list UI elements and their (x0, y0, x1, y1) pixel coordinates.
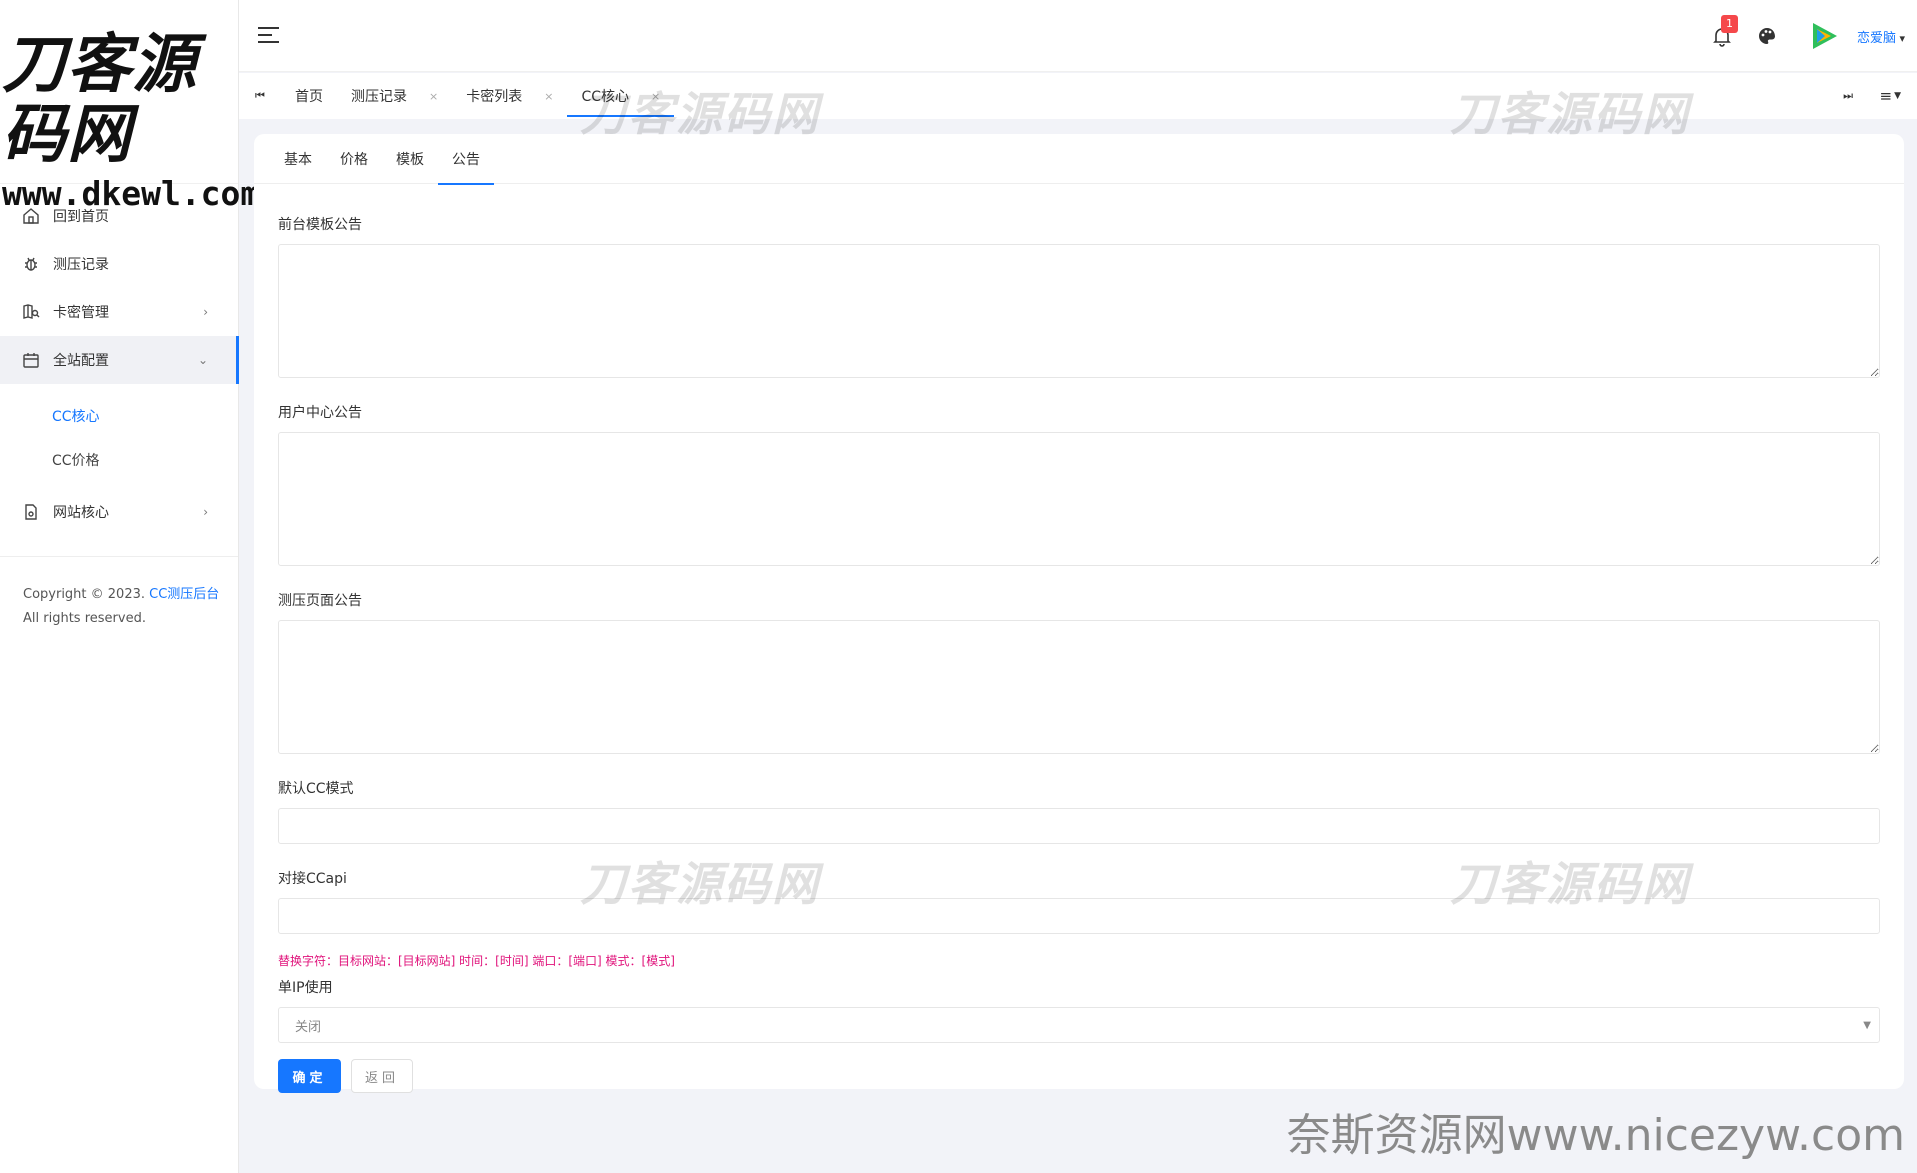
page-tab-strip: ⏮ 首页 测压记录 × 卡密列表 × CC核心 × ⏭ ≡ ▼ (239, 73, 1917, 119)
menu-toggle-icon[interactable] (258, 27, 279, 48)
sidebar-item-label: 全站配置 (53, 353, 109, 369)
chevron-right-icon: › (203, 305, 208, 319)
tabs-menu-icon[interactable]: ≡ ▼ (1880, 73, 1902, 119)
home-icon (22, 207, 40, 225)
tab-price[interactable]: 价格 (326, 134, 382, 184)
tab-notice[interactable]: 公告 (438, 134, 494, 185)
caret-down-icon: ▼ (1863, 1019, 1871, 1031)
page-tab-card-list[interactable]: 卡密列表 × (452, 73, 567, 119)
single-ip-value: 关闭 (295, 1019, 322, 1035)
sidebar-item-site-config[interactable]: 全站配置 ⌄ (0, 336, 239, 384)
page-tab-label: CC核心 (581, 89, 629, 105)
page-tab-stress-records[interactable]: 测压记录 × (337, 73, 452, 119)
settings-card: 基本 价格 模板 公告 前台模板公告 用户中心公告 测压页面公告 默认CC模式 … (254, 134, 1904, 1093)
page-tabs: 首页 测压记录 × 卡密列表 × CC核心 × (275, 73, 675, 119)
sidebar-menu: 回到首页 测压记录 卡密管理 › 全站配置 ⌄ CC核心 CC价格 网站核心 › (0, 184, 239, 536)
logo[interactable]: 刀客源码网 www.dkewl.com (0, 0, 260, 213)
chevron-right-icon: › (203, 505, 208, 519)
copyright-link[interactable]: CC测压后台 (149, 587, 219, 602)
single-ip-select[interactable]: 关闭 ▼ (278, 1007, 1880, 1043)
sidebar-item-site-core[interactable]: 网站核心 › (0, 488, 238, 536)
top-bar: 1 恋爱脑 (239, 0, 1917, 72)
page-tab-label: 首页 (295, 89, 323, 105)
theme-palette-icon[interactable] (1757, 26, 1777, 46)
tab-template[interactable]: 模板 (382, 134, 438, 184)
submenu-item-cc-price[interactable]: CC价格 (0, 438, 238, 482)
bug-icon (22, 255, 40, 273)
notification-badge: 1 (1720, 15, 1738, 33)
api-input[interactable] (278, 898, 1880, 934)
tabs-last-icon[interactable]: ⏭ (1843, 73, 1853, 119)
sidebar-item-card-management[interactable]: 卡密管理 › (0, 288, 238, 336)
sidebar-item-label: 回到首页 (53, 209, 109, 225)
copyright-prefix: Copyright © 2023. (23, 587, 146, 602)
logo-title: 刀客源码网 (2, 27, 197, 172)
username-dropdown[interactable]: 恋爱脑 (1857, 27, 1905, 46)
tabs-menu-glyph: ≡ (1879, 87, 1893, 105)
user-center-notice-textarea[interactable] (278, 432, 1880, 566)
form-actions: 确定 返回 (278, 1059, 1880, 1093)
notice-form: 前台模板公告 用户中心公告 测压页面公告 默认CC模式 对接CCapi 替换字符… (254, 184, 1904, 1093)
tab-basic[interactable]: 基本 (270, 134, 326, 184)
bottom-watermark: 奈斯资源网www.nicezyw.com (1286, 1110, 1905, 1161)
default-mode-label: 默认CC模式 (278, 781, 354, 797)
close-icon[interactable]: × (544, 90, 553, 103)
submenu: CC核心 CC价格 (0, 384, 238, 488)
copyright: Copyright © 2023. CC测压后台 All rights rese… (0, 556, 238, 631)
user-center-notice-label: 用户中心公告 (278, 405, 362, 421)
single-ip-label: 单IP使用 (278, 980, 333, 996)
api-label: 对接CCapi (278, 871, 347, 887)
sidebar-item-stress-records[interactable]: 测压记录 (0, 240, 238, 288)
front-notice-label: 前台模板公告 (278, 217, 362, 233)
sidebar: 刀客源码网 www.dkewl.com 回到首页 测压记录 卡密管理 › 全站配… (0, 0, 260, 1173)
chevron-down-icon: ⌄ (197, 353, 208, 367)
confirm-button[interactable]: 确定 (278, 1059, 341, 1093)
page-tab-home[interactable]: 首页 (275, 73, 337, 119)
replacement-hint: 替换字符：目标网站：[目标网站] 时间：[时间] 端口：[端口] 模式：[模式] (278, 954, 675, 968)
page-tab-label: 测压记录 (351, 89, 407, 105)
map-search-icon (22, 303, 40, 321)
stress-page-notice-textarea[interactable] (278, 620, 1880, 754)
close-icon[interactable]: × (651, 90, 660, 103)
calendar-icon (22, 351, 40, 369)
stress-page-notice-label: 测压页面公告 (278, 593, 362, 609)
back-button[interactable]: 返回 (351, 1059, 413, 1093)
default-mode-input[interactable] (278, 808, 1880, 844)
close-icon[interactable]: × (429, 90, 438, 103)
page-tab-cc-core[interactable]: CC核心 × (567, 73, 675, 119)
tabs-first-icon[interactable]: ⏮ (255, 73, 265, 119)
front-notice-textarea[interactable] (278, 244, 1880, 378)
sidebar-item-label: 网站核心 (53, 505, 109, 521)
submenu-item-cc-core[interactable]: CC核心 (0, 394, 238, 438)
page-tab-label: 卡密列表 (466, 89, 523, 105)
copyright-suffix: All rights reserved. (23, 611, 146, 626)
notification-bell[interactable]: 1 (1711, 15, 1738, 47)
settings-tabs: 基本 价格 模板 公告 (254, 134, 1904, 185)
sidebar-item-home[interactable]: 回到首页 (0, 192, 238, 240)
file-icon (22, 503, 40, 521)
sidebar-item-label: 测压记录 (53, 257, 109, 273)
top-right-actions: 1 恋爱脑 (1711, 0, 1905, 72)
sidebar-item-label: 卡密管理 (53, 305, 109, 321)
avatar[interactable] (1803, 15, 1845, 57)
